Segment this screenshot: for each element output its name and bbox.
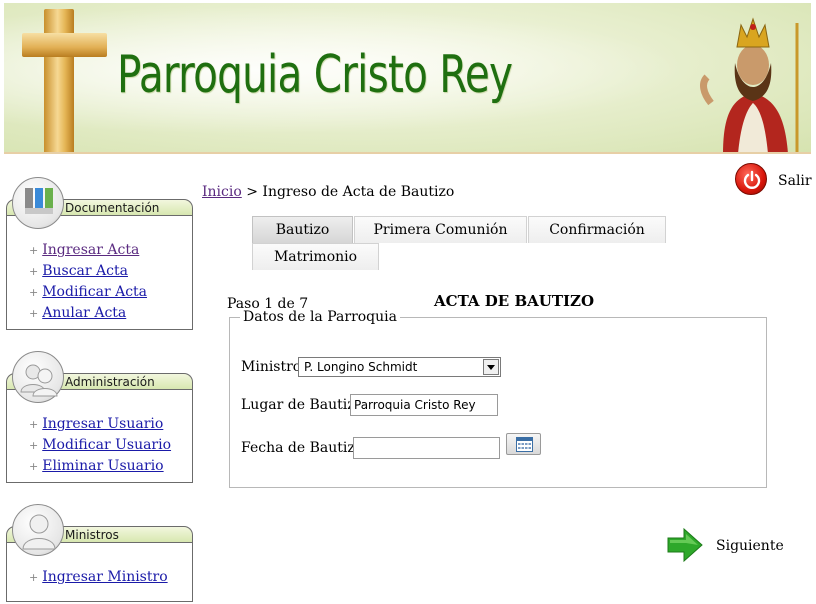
list-item: + Modificar Usuario xyxy=(29,435,192,456)
ministro-label: Ministro: xyxy=(241,359,306,375)
plus-icon: + xyxy=(29,244,39,257)
tab-bautizo[interactable]: Bautizo xyxy=(252,216,353,243)
header-banner: Parroquia Cristo Rey xyxy=(4,3,811,154)
ministro-selected-value: P. Longino Schmidt xyxy=(304,360,418,374)
link-anular-acta[interactable]: Anular Acta xyxy=(42,305,126,321)
link-eliminar-usuario[interactable]: Eliminar Usuario xyxy=(42,458,163,474)
list-item: + Ingresar Ministro xyxy=(29,567,192,588)
list-item: + Modificar Acta xyxy=(29,282,192,303)
panel-title: Ministros xyxy=(65,528,119,542)
link-modificar-usuario[interactable]: Modificar Usuario xyxy=(42,437,171,453)
link-ingresar-usuario[interactable]: Ingresar Usuario xyxy=(42,416,163,432)
arrow-right-icon[interactable] xyxy=(666,527,704,563)
list-item: + Eliminar Usuario xyxy=(29,456,192,477)
logout-link[interactable]: Salir xyxy=(778,173,812,189)
plus-icon: + xyxy=(29,307,39,320)
plus-icon: + xyxy=(29,460,39,473)
site-title: Parroquia Cristo Rey xyxy=(117,45,513,105)
link-modificar-acta[interactable]: Modificar Acta xyxy=(42,284,147,300)
calendar-icon[interactable] xyxy=(506,433,541,455)
chevron-down-icon[interactable] xyxy=(483,359,499,375)
link-ingresar-ministro[interactable]: Ingresar Ministro xyxy=(42,569,167,585)
breadcrumb-current: Ingreso de Acta de Bautizo xyxy=(262,184,455,200)
plus-icon: + xyxy=(29,418,39,431)
panel-title: Documentación xyxy=(65,201,160,215)
lugar-label: Lugar de Bautizo: xyxy=(241,397,368,413)
tab-confirmacion[interactable]: Confirmación xyxy=(528,216,666,243)
users-icon xyxy=(12,351,64,403)
fieldset-legend: Datos de la Parroquia xyxy=(240,309,400,325)
documents-icon xyxy=(12,177,64,229)
list-item: + Ingresar Acta xyxy=(29,240,192,261)
breadcrumb: Inicio > Ingreso de Acta de Bautizo xyxy=(202,184,454,200)
panel-documentacion: Documentación + Ingresar Acta + Buscar Act… xyxy=(6,177,193,330)
form-title: ACTA DE BAUTIZO xyxy=(434,292,595,310)
list-item: + Anular Acta xyxy=(29,303,192,324)
tab-matrimonio[interactable]: Matrimonio xyxy=(252,243,379,270)
power-icon[interactable] xyxy=(735,163,767,195)
plus-icon: + xyxy=(29,286,39,299)
plus-icon: + xyxy=(29,439,39,452)
user-icon xyxy=(12,504,64,556)
list-item: + Ingresar Usuario xyxy=(29,414,192,435)
link-buscar-acta[interactable]: Buscar Acta xyxy=(42,263,128,279)
panel-title: Administración xyxy=(65,375,155,389)
tab-primera-comunion[interactable]: Primera Comunión xyxy=(354,216,527,243)
panel-administracion: Administración + Ingresar Usuario + Modifi… xyxy=(6,351,193,483)
plus-icon: + xyxy=(29,265,39,278)
lugar-input[interactable]: Parroquia Cristo Rey xyxy=(350,394,498,416)
list-item: + Buscar Acta xyxy=(29,261,192,282)
panel-ministros: Ministros + Ingresar Ministro xyxy=(6,504,193,602)
fecha-label: Fecha de Bautizo: xyxy=(241,440,368,456)
breadcrumb-separator: > xyxy=(246,184,258,200)
plus-icon: + xyxy=(29,571,39,584)
breadcrumb-home-link[interactable]: Inicio xyxy=(202,184,242,200)
link-ingresar-acta[interactable]: Ingresar Acta xyxy=(42,242,139,258)
next-button[interactable]: Siguiente xyxy=(716,538,784,554)
fecha-input[interactable] xyxy=(353,437,500,459)
christ-king-image xyxy=(700,17,799,152)
ministro-select[interactable]: P. Longino Schmidt xyxy=(298,357,501,377)
